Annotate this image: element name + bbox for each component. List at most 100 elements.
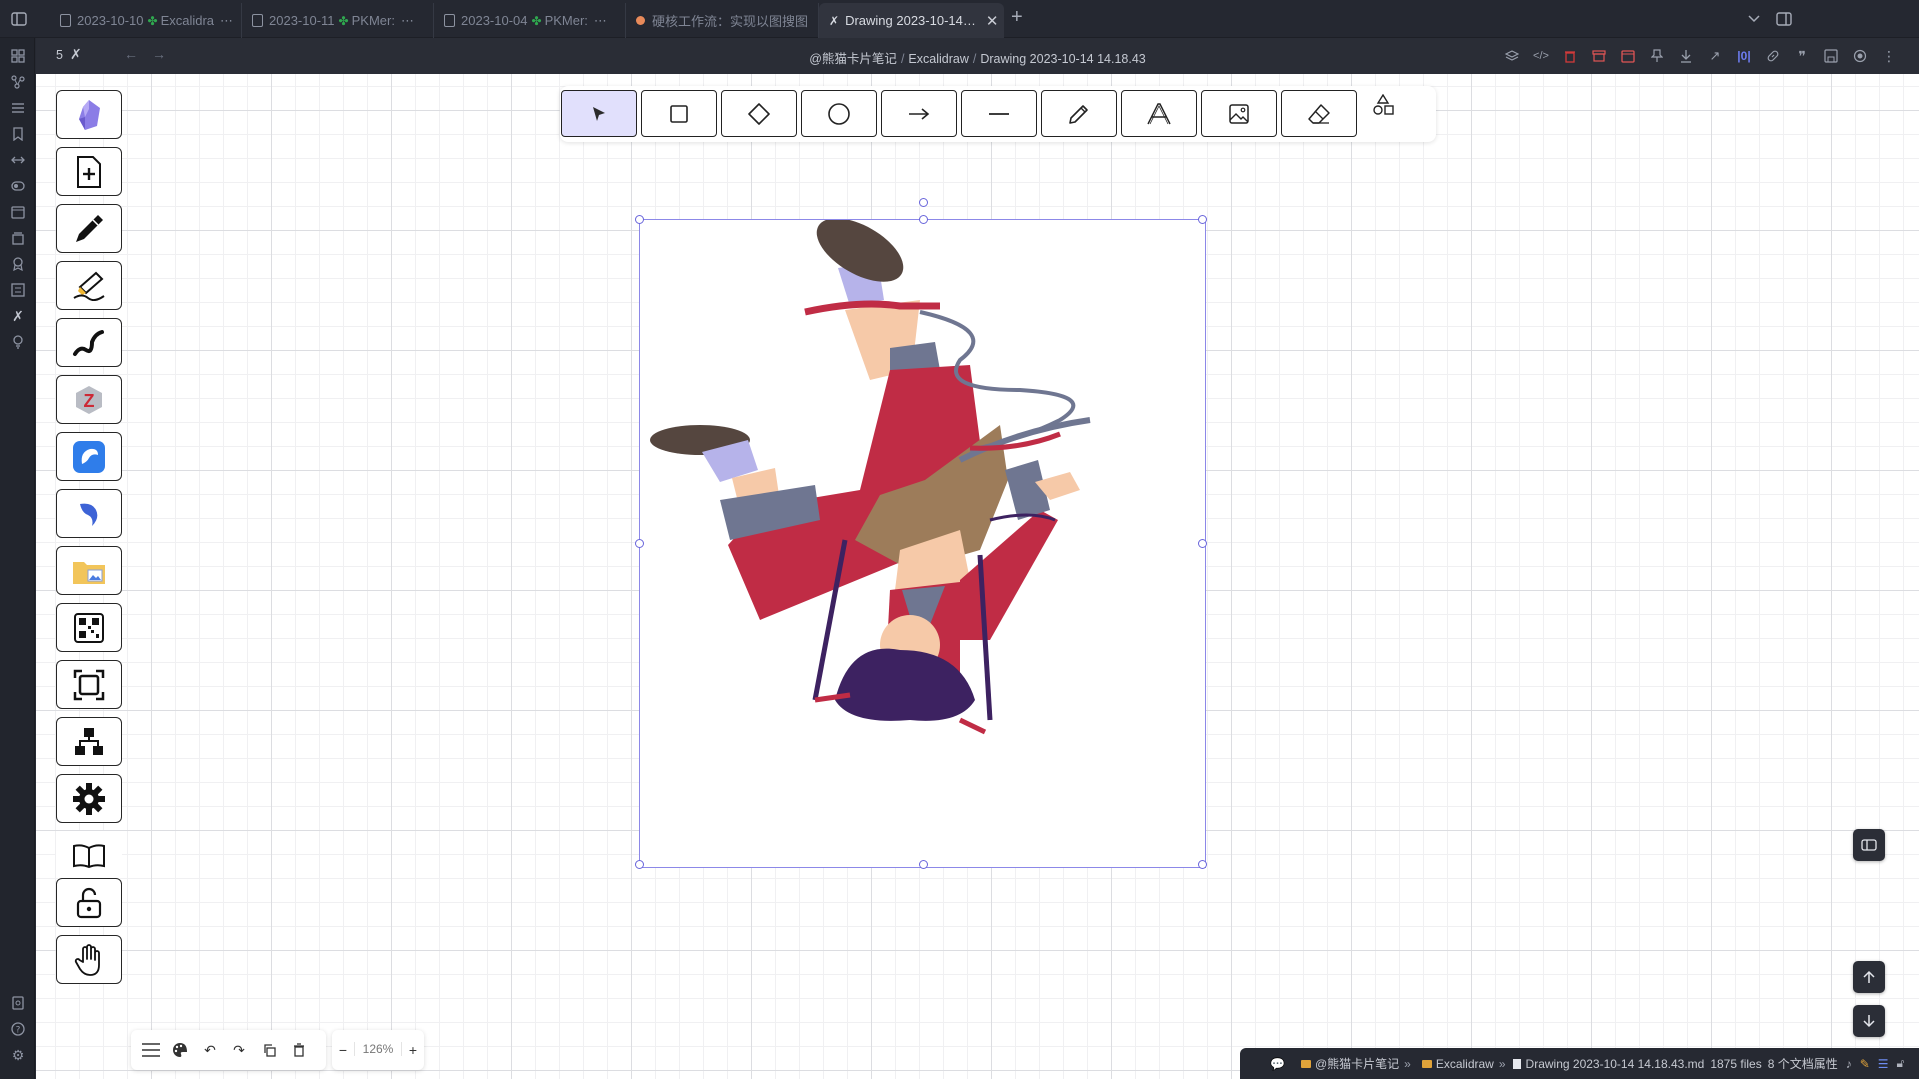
- resize-handle-sw[interactable]: [635, 860, 644, 869]
- diamond-tool[interactable]: [721, 90, 797, 137]
- checklist-icon[interactable]: [10, 282, 26, 298]
- breadcrumb-folder[interactable]: Excalidraw: [908, 52, 968, 66]
- arrow-tool[interactable]: [881, 90, 957, 137]
- resize-handle-n[interactable]: [919, 215, 928, 224]
- lightbulb-icon[interactable]: [10, 334, 26, 350]
- resize-handle-w[interactable]: [635, 539, 644, 548]
- scroll-up-button[interactable]: [1853, 961, 1885, 993]
- comment-icon[interactable]: 💬: [1270, 1057, 1285, 1071]
- palette-icon[interactable]: [170, 1040, 190, 1060]
- tab-3[interactable]: 2023-10-04 ✤ PKMer: ⋯: [434, 3, 626, 38]
- text-tool[interactable]: [1121, 90, 1197, 137]
- sidebar-toggle-icon[interactable]: [8, 8, 30, 30]
- image-tool[interactable]: [1201, 90, 1277, 137]
- eraser-tool[interactable]: [1281, 90, 1357, 137]
- tab-4[interactable]: 硬核工作流：实现以图搜图: [626, 3, 819, 38]
- sidebar-panel-button[interactable]: [1853, 829, 1885, 861]
- bird-tool[interactable]: [56, 489, 122, 538]
- new-tab-button[interactable]: +: [1011, 6, 1023, 29]
- sync-icon[interactable]: [1851, 47, 1869, 65]
- stack-icon[interactable]: [10, 230, 26, 246]
- new-file-tool[interactable]: [56, 147, 122, 196]
- list-icon[interactable]: [10, 100, 26, 116]
- breadcrumb-file[interactable]: Drawing 2023-10-14 14.18.43: [980, 52, 1145, 66]
- settings-tool[interactable]: [56, 774, 122, 823]
- toggle-icon[interactable]: [10, 178, 26, 194]
- calendar-icon[interactable]: [10, 204, 26, 220]
- tab-2[interactable]: 2023-10-11 ✤ PKMer: ⋯: [242, 3, 434, 38]
- status-vault[interactable]: @熊猫卡片笔记: [1315, 1055, 1399, 1072]
- draw-tool[interactable]: [1041, 90, 1117, 137]
- resize-handle-se[interactable]: [1198, 860, 1207, 869]
- download-icon[interactable]: [1677, 47, 1695, 65]
- rectangle-tool[interactable]: [641, 90, 717, 137]
- undo-icon[interactable]: ↶: [200, 1040, 220, 1060]
- app-tool[interactable]: [56, 432, 122, 481]
- code-icon[interactable]: </>: [1532, 47, 1550, 65]
- settings-icon[interactable]: ⚙: [10, 1047, 26, 1063]
- squiggle-tool[interactable]: [56, 318, 122, 367]
- highlighter-tool[interactable]: [56, 261, 122, 310]
- delete-icon[interactable]: [289, 1040, 309, 1060]
- link-icon[interactable]: [1764, 47, 1782, 65]
- archive-red-icon[interactable]: [1590, 47, 1608, 65]
- folder-image-tool[interactable]: [56, 546, 122, 595]
- library-tool[interactable]: [56, 831, 122, 880]
- zoom-out-button[interactable]: −: [334, 1040, 352, 1060]
- excalidraw-canvas[interactable]: Z ↶ ↷ − 126% +: [36, 74, 1919, 1079]
- zotero-tool[interactable]: Z: [56, 375, 122, 424]
- close-icon[interactable]: ✕: [986, 12, 999, 30]
- calendar-red-icon[interactable]: [1619, 47, 1637, 65]
- ellipse-tool[interactable]: [801, 90, 877, 137]
- resize-handle-s[interactable]: [919, 860, 928, 869]
- tab-1[interactable]: 2023-10-10 ✤ Excalidra ⋯: [50, 3, 242, 38]
- layers-icon[interactable]: [1503, 47, 1521, 65]
- zoom-level[interactable]: 126%: [354, 1042, 402, 1056]
- help-icon[interactable]: ?: [10, 1021, 26, 1037]
- resize-handle-e[interactable]: [1198, 539, 1207, 548]
- bookmark-icon[interactable]: [10, 126, 26, 142]
- selection-tool[interactable]: [561, 90, 637, 137]
- quote-icon[interactable]: ❞: [1793, 47, 1811, 65]
- scroll-down-button[interactable]: [1853, 1005, 1885, 1037]
- status-folder[interactable]: Excalidraw: [1436, 1057, 1494, 1071]
- graph-icon[interactable]: [10, 74, 26, 90]
- brush-icon[interactable]: ✎: [1860, 1057, 1870, 1071]
- chevron-down-icon[interactable]: [1743, 8, 1765, 30]
- redo-icon[interactable]: ↷: [229, 1040, 249, 1060]
- excalidraw-icon[interactable]: ✗: [10, 308, 26, 324]
- selected-image-element[interactable]: [635, 198, 1207, 869]
- lock-tool[interactable]: [56, 878, 122, 927]
- resize-handle-nw[interactable]: [635, 215, 644, 224]
- network-tool[interactable]: [56, 717, 122, 766]
- more-shapes-icon[interactable]: [1368, 90, 1398, 120]
- list-blue-icon[interactable]: ☰: [1878, 1057, 1889, 1071]
- status-file[interactable]: Drawing 2023-10-14 14.18.43.md: [1526, 1057, 1705, 1071]
- frame-tool[interactable]: [56, 660, 122, 709]
- status-properties[interactable]: 8 个文档属性: [1768, 1055, 1838, 1072]
- obsidian-tool[interactable]: [56, 90, 122, 139]
- bracket-blue-icon[interactable]: |0|: [1735, 47, 1753, 65]
- hamburger-menu-icon[interactable]: [141, 1040, 161, 1060]
- arrow-up-right-icon[interactable]: ↗: [1706, 47, 1724, 65]
- grid-icon[interactable]: [10, 48, 26, 64]
- hand-tool[interactable]: [56, 935, 122, 984]
- lock-icon[interactable]: 🔓︎: [1897, 1056, 1905, 1071]
- tab-5-active[interactable]: ✗ Drawing 2023-10-14… ✕: [819, 3, 1004, 38]
- qr-tool[interactable]: [56, 603, 122, 652]
- bell-icon[interactable]: ♪: [1846, 1057, 1852, 1071]
- vault-icon[interactable]: [10, 995, 26, 1011]
- trash-red-icon[interactable]: [1561, 47, 1579, 65]
- save-icon[interactable]: [1822, 47, 1840, 65]
- duplicate-icon[interactable]: [259, 1040, 279, 1060]
- pen-tool[interactable]: [56, 204, 122, 253]
- breadcrumb-vault[interactable]: @熊猫卡片笔记: [809, 52, 897, 66]
- award-icon[interactable]: [10, 256, 26, 272]
- zoom-in-button[interactable]: +: [404, 1040, 422, 1060]
- rotate-handle[interactable]: [919, 198, 928, 207]
- arrows-horizontal-icon[interactable]: [10, 152, 26, 168]
- right-sidebar-toggle-icon[interactable]: [1773, 8, 1795, 30]
- more-vertical-icon[interactable]: ⋮: [1880, 47, 1898, 65]
- resize-handle-ne[interactable]: [1198, 215, 1207, 224]
- line-tool[interactable]: [961, 90, 1037, 137]
